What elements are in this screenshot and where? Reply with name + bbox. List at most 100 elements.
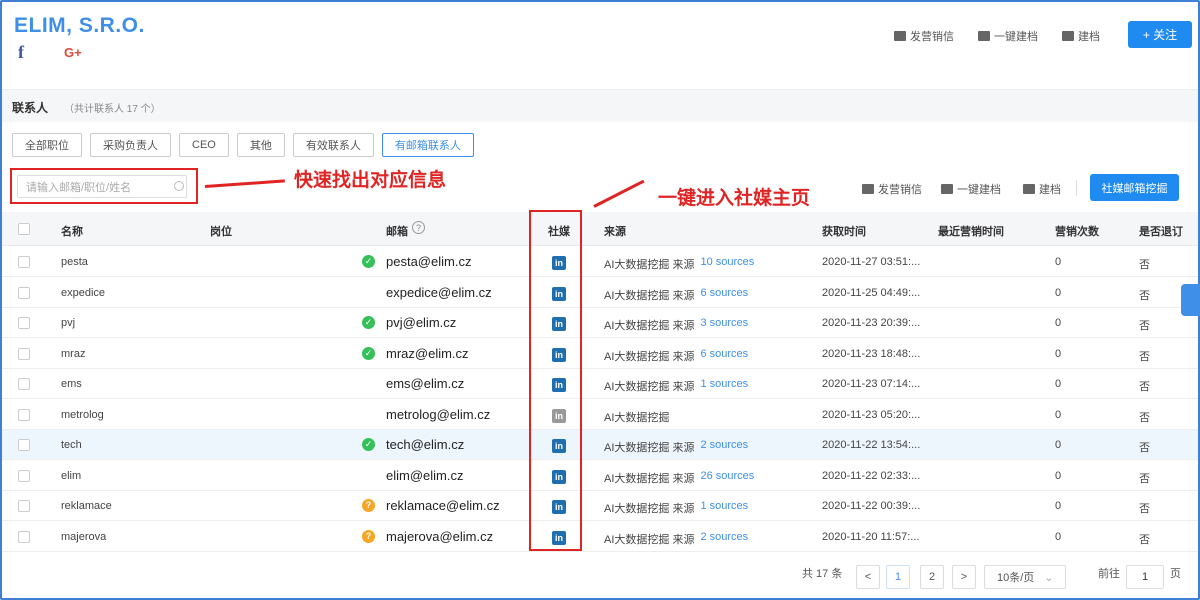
- contact-email[interactable]: expedice@elim.cz: [386, 285, 492, 300]
- table-row[interactable]: pvj ✓ pvj@elim.cz in AI大数据挖掘 来源 3 sources 2020…: [2, 308, 1198, 338]
- source-cell: AI大数据挖掘 来源 26 sources: [604, 470, 754, 486]
- row-checkbox[interactable]: [18, 500, 30, 512]
- row-checkbox[interactable]: [18, 256, 30, 268]
- col-email[interactable]: 邮箱: [386, 223, 408, 239]
- filter-other[interactable]: 其他: [236, 133, 285, 157]
- col-position[interactable]: 岗位: [210, 223, 232, 239]
- sources-link[interactable]: 10 sources: [700, 256, 754, 272]
- next-page-button[interactable]: >: [952, 565, 976, 589]
- social-column-highlight-box: [529, 210, 582, 551]
- contact-name: ems: [61, 378, 82, 390]
- table-row[interactable]: tech ✓ tech@elim.cz in AI大数据挖掘 来源 2 sources 20…: [2, 430, 1198, 460]
- contact-email[interactable]: tech@elim.cz: [386, 437, 464, 452]
- prev-page-button[interactable]: <: [856, 565, 880, 589]
- table-row[interactable]: majerova? majerova@elim.cz in AI大数据挖掘 来源 2 s…: [2, 521, 1198, 552]
- sources-link[interactable]: 2 sources: [700, 439, 748, 455]
- marketing-count: 0: [1055, 500, 1062, 512]
- filter-purchasing[interactable]: 采购负责人: [90, 133, 171, 157]
- table-row[interactable]: mraz ✓ mraz@elim.cz in AI大数据挖掘 来源 6 sources 20…: [2, 338, 1198, 369]
- filter-all-positions[interactable]: 全部职位: [12, 133, 82, 157]
- source-text: AI大数据挖掘 来源: [604, 472, 695, 485]
- help-icon[interactable]: ?: [412, 221, 425, 234]
- contact-email[interactable]: metrolog@elim.cz: [386, 407, 490, 422]
- row-checkbox[interactable]: [18, 378, 30, 390]
- col-last-marketing[interactable]: 最近营销时间: [938, 223, 1004, 239]
- page-size-label: 10条/页: [997, 572, 1035, 584]
- sources-link[interactable]: 26 sources: [700, 470, 754, 486]
- table-row[interactable]: elim elim@elim.cz in AI大数据挖掘 来源 26 sources 20…: [2, 460, 1198, 491]
- search-icon[interactable]: [174, 181, 184, 191]
- users-icon: [1062, 31, 1074, 41]
- search-input[interactable]: 请输入邮箱/职位/姓名: [17, 175, 187, 198]
- contacts-band: [2, 90, 1198, 122]
- goto-page-input[interactable]: 1: [1126, 565, 1164, 589]
- filter-valid-contacts[interactable]: 有效联系人: [292, 133, 374, 157]
- follow-button[interactable]: + 关注: [1128, 21, 1192, 48]
- unsubscribed-status: 否: [1139, 259, 1150, 271]
- acquired-time: 2020-11-25 04:49:...: [822, 286, 921, 299]
- filter-ceo[interactable]: CEO: [179, 133, 229, 157]
- table-row[interactable]: pesta ✓ pesta@elim.cz in AI大数据挖掘 来源 10 source…: [2, 247, 1198, 277]
- table-row[interactable]: reklamace? reklamace@elim.cz in AI大数据挖掘 来源 1…: [2, 491, 1198, 521]
- table-build-archive-button[interactable]: 建档: [1023, 181, 1061, 197]
- search-highlight-box: 请输入邮箱/职位/姓名: [10, 168, 198, 204]
- row-checkbox[interactable]: [18, 317, 30, 329]
- col-acquired-time[interactable]: 获取时间: [822, 223, 866, 239]
- acquired-time: 2020-11-23 20:39:...: [822, 317, 921, 329]
- col-marketing-count[interactable]: 营销次数: [1055, 223, 1099, 239]
- source-cell: AI大数据挖掘 来源 3 sources: [604, 317, 748, 333]
- contact-email[interactable]: pvj@elim.cz: [386, 315, 456, 330]
- contact-email[interactable]: majerova@elim.cz: [386, 529, 493, 544]
- table-row[interactable]: metrolog metrolog@elim.cz in AI大数据挖掘 2020-11…: [2, 399, 1198, 430]
- page-size-select[interactable]: 10条/页 ⌄: [984, 565, 1066, 589]
- row-checkbox[interactable]: [18, 347, 30, 360]
- contact-email[interactable]: elim@elim.cz: [386, 468, 463, 483]
- table-row[interactable]: expedice expedice@elim.cz in AI大数据挖掘 来源 6 so…: [2, 277, 1198, 308]
- unverified-icon: ?: [362, 529, 375, 543]
- row-checkbox[interactable]: [18, 439, 30, 451]
- table-one-click-archive-button[interactable]: 一键建档: [941, 181, 1001, 197]
- sources-link[interactable]: 1 sources: [700, 378, 748, 394]
- document-icon: [941, 184, 953, 194]
- sources-link[interactable]: 1 sources: [700, 500, 748, 516]
- sources-link[interactable]: 6 sources: [700, 348, 748, 364]
- verified-icon: ✓: [362, 346, 375, 360]
- table-row[interactable]: ems ems@elim.cz in AI大数据挖掘 来源 1 sources 2020-…: [2, 369, 1198, 399]
- verified-icon: ✓: [362, 255, 375, 268]
- mail-icon: [862, 184, 874, 194]
- unsubscribed-status: 否: [1139, 503, 1150, 515]
- annotation-social: 一键进入社媒主页: [658, 188, 811, 209]
- build-archive-button[interactable]: 建档: [1062, 28, 1100, 44]
- row-checkbox[interactable]: [18, 469, 30, 482]
- facebook-icon[interactable]: f: [18, 42, 24, 63]
- sources-link[interactable]: 2 sources: [700, 531, 748, 547]
- sources-link[interactable]: 3 sources: [700, 317, 748, 333]
- select-all-checkbox[interactable]: [18, 223, 30, 235]
- contact-email[interactable]: pesta@elim.cz: [386, 254, 471, 269]
- table-send-marketing-button[interactable]: 发营销信: [862, 181, 922, 197]
- contact-email[interactable]: mraz@elim.cz: [386, 346, 469, 361]
- source-cell: AI大数据挖掘 来源 1 sources: [604, 378, 748, 394]
- marketing-count: 0: [1055, 469, 1062, 482]
- contact-name: reklamace: [61, 500, 112, 512]
- filter-email-contacts[interactable]: 有邮箱联系人: [381, 133, 474, 157]
- google-plus-icon[interactable]: G+: [64, 45, 82, 60]
- verified-icon: ✓: [362, 316, 375, 329]
- row-checkbox[interactable]: [18, 408, 30, 421]
- page-1-button[interactable]: 1: [886, 565, 910, 589]
- contact-email[interactable]: ems@elim.cz: [386, 376, 464, 391]
- row-checkbox[interactable]: [18, 530, 30, 543]
- row-checkbox[interactable]: [18, 286, 30, 299]
- sources-link[interactable]: 6 sources: [700, 287, 748, 303]
- source-cell: AI大数据挖掘: [604, 409, 669, 425]
- one-click-archive-button[interactable]: 一键建档: [978, 28, 1038, 44]
- send-marketing-button[interactable]: 发营销信: [894, 28, 954, 44]
- document-icon: [978, 31, 990, 41]
- social-email-mining-button[interactable]: 社媒邮箱挖掘: [1090, 174, 1179, 201]
- contact-email[interactable]: reklamace@elim.cz: [386, 498, 500, 513]
- page-2-button[interactable]: 2: [920, 565, 944, 589]
- col-source[interactable]: 来源: [604, 223, 626, 239]
- side-chat-tab[interactable]: [1181, 284, 1200, 316]
- col-unsubscribed[interactable]: 是否退订: [1139, 223, 1183, 239]
- col-name[interactable]: 名称: [61, 223, 83, 239]
